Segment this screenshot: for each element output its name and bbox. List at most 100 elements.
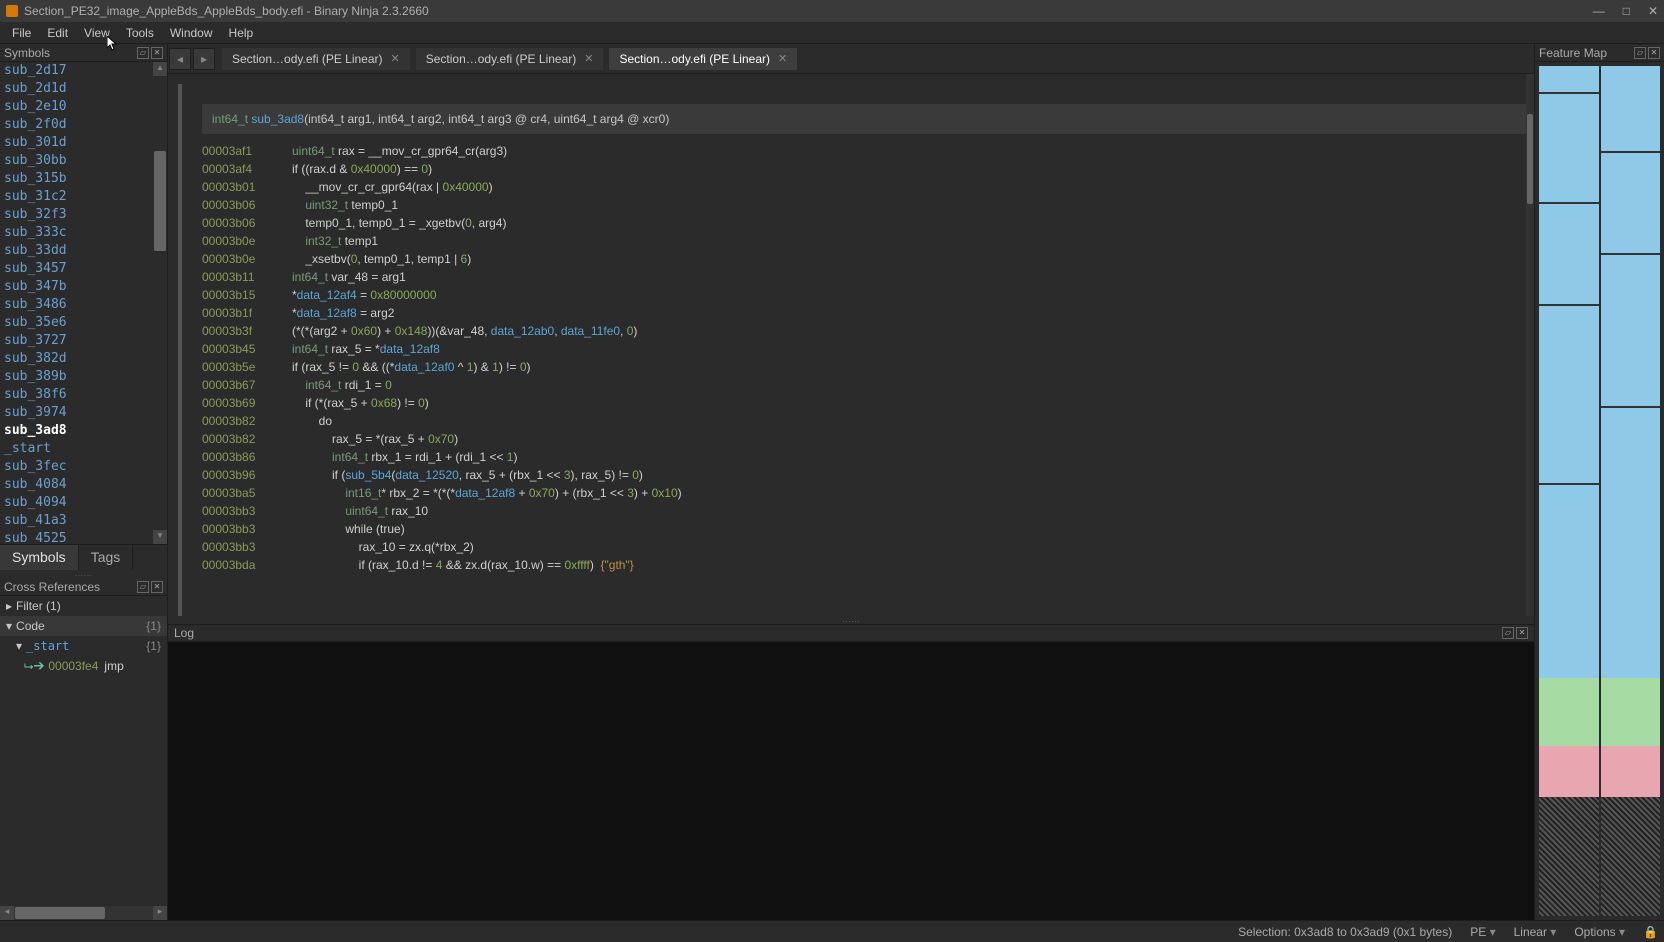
code-line[interactable]: 00003b45int64_t rax_5 = *data_12af8 [168, 340, 1534, 358]
xrefs-leaf-row[interactable]: ⮡➔ 00003fe4 jmp [0, 656, 167, 676]
menu-file[interactable]: File [4, 24, 39, 42]
symbol-item[interactable]: sub_3974 [0, 404, 153, 422]
code-view[interactable]: int64_t sub_3ad8(int64_t arg1, int64_t a… [168, 74, 1534, 616]
code-line[interactable]: 00003b69 if (*(rax_5 + 0x68) != 0) [168, 394, 1534, 412]
code-line[interactable]: 00003bb3 uint64_t rax_10 [168, 502, 1534, 520]
left-hscroll[interactable]: ◂ ▸ [0, 906, 167, 920]
code-line[interactable]: 00003bb3 while (true) [168, 520, 1534, 538]
panel-close-icon[interactable]: ✕ [151, 581, 163, 593]
symbol-item[interactable]: sub_32f3 [0, 206, 153, 224]
code-line[interactable]: 00003b06 uint32_t temp0_1 [168, 196, 1534, 214]
maximize-button[interactable]: □ [1623, 4, 1630, 18]
symbol-item[interactable]: sub_3727 [0, 332, 153, 350]
menu-view[interactable]: View [76, 24, 118, 42]
panel-close-icon[interactable]: ✕ [1516, 627, 1528, 639]
menu-edit[interactable]: Edit [39, 24, 76, 42]
status-options-dropdown[interactable]: Options [1574, 925, 1625, 939]
code-line[interactable]: 00003b15*data_12af4 = 0x80000000 [168, 286, 1534, 304]
symbol-item[interactable]: _start [0, 440, 153, 458]
symbol-item[interactable]: sub_382d [0, 350, 153, 368]
panel-split-icon[interactable]: ▱ [137, 47, 149, 59]
tab-tags[interactable]: Tags [79, 545, 134, 570]
code-line[interactable]: 00003b5eif (rax_5 != 0 && ((*data_12af0 … [168, 358, 1534, 376]
minimize-button[interactable]: — [1593, 4, 1605, 18]
code-line[interactable]: 00003b0e int32_t temp1 [168, 232, 1534, 250]
menu-window[interactable]: Window [162, 24, 221, 42]
status-linear-dropdown[interactable]: Linear [1514, 925, 1557, 939]
panel-split-icon[interactable]: ▱ [1634, 47, 1646, 59]
xrefs-code-row[interactable]: ▾Code {1} [0, 616, 167, 636]
file-tab[interactable]: Section…ody.efi (PE Linear)✕ [222, 48, 410, 70]
code-text: while (true) [292, 520, 405, 538]
symbol-item[interactable]: sub_33dd [0, 242, 153, 260]
function-signature[interactable]: int64_t sub_3ad8(int64_t arg1, int64_t a… [202, 104, 1534, 134]
symbols-list[interactable]: sub_2d17sub_2d1dsub_2e10sub_2f0dsub_301d… [0, 62, 167, 544]
file-tab[interactable]: Section…ody.efi (PE Linear)✕ [609, 48, 797, 70]
symbol-item[interactable]: sub_31c2 [0, 188, 153, 206]
nav-back-button[interactable]: ◂ [169, 48, 191, 70]
symbol-item[interactable]: sub_3486 [0, 296, 153, 314]
code-line[interactable]: 00003b82 do [168, 412, 1534, 430]
symbol-item[interactable]: sub_4525 [0, 530, 153, 544]
code-addr: 00003bb3 [202, 502, 292, 520]
symbol-item[interactable]: sub_41a3 [0, 512, 153, 530]
symbol-item[interactable]: sub_2e10 [0, 98, 153, 116]
splitter-grip[interactable]: ⋯⋯ [168, 616, 1534, 624]
feature-map[interactable] [1535, 62, 1664, 920]
code-line[interactable]: 00003b82 rax_5 = *(rax_5 + 0x70) [168, 430, 1534, 448]
status-pe-dropdown[interactable]: PE [1470, 925, 1495, 939]
symbol-item[interactable]: sub_301d [0, 134, 153, 152]
close-tab-icon[interactable]: ✕ [778, 52, 787, 65]
code-line[interactable]: 00003b01 __mov_cr_cr_gpr64(rax | 0x40000… [168, 178, 1534, 196]
code-addr: 00003b11 [202, 268, 292, 286]
code-line[interactable]: 00003b86 int64_t rbx_1 = rdi_1 + (rdi_1 … [168, 448, 1534, 466]
code-line[interactable]: 00003ba5 int16_t* rbx_2 = *(*(*data_12af… [168, 484, 1534, 502]
menu-help[interactable]: Help [221, 24, 262, 42]
symbol-item[interactable]: sub_315b [0, 170, 153, 188]
symbol-item[interactable]: sub_2d17 [0, 62, 153, 80]
code-line[interactable]: 00003b0e _xsetbv(0, temp0_1, temp1 | 6) [168, 250, 1534, 268]
symbol-item[interactable]: sub_3ad8 [0, 422, 153, 440]
close-tab-icon[interactable]: ✕ [391, 52, 400, 65]
symbol-item[interactable]: sub_3457 [0, 260, 153, 278]
symbols-scrollbar[interactable]: ▴ ▾ [153, 62, 167, 544]
lock-icon[interactable]: 🔒 [1643, 925, 1658, 939]
symbol-item[interactable]: sub_389b [0, 368, 153, 386]
code-line[interactable]: 00003af1uint64_t rax = __mov_cr_gpr64_cr… [168, 142, 1534, 160]
panel-split-icon[interactable]: ▱ [1502, 627, 1514, 639]
code-line[interactable]: 00003b1f*data_12af8 = arg2 [168, 304, 1534, 322]
symbol-item[interactable]: sub_2f0d [0, 116, 153, 134]
tab-symbols[interactable]: Symbols [0, 545, 79, 570]
code-line[interactable]: 00003b11int64_t var_48 = arg1 [168, 268, 1534, 286]
code-line[interactable]: 00003b96 if (sub_5b4(data_12520, rax_5 +… [168, 466, 1534, 484]
code-line[interactable]: 00003bb3 rax_10 = zx.q(*rbx_2) [168, 538, 1534, 556]
symbol-item[interactable]: sub_30bb [0, 152, 153, 170]
xrefs-start-row[interactable]: ▾_start {1} [0, 636, 167, 656]
symbol-item[interactable]: sub_35e6 [0, 314, 153, 332]
code-line[interactable]: 00003bda if (rax_10.d != 4 && zx.d(rax_1… [168, 556, 1534, 574]
panel-close-icon[interactable]: ✕ [1648, 47, 1660, 59]
symbol-item[interactable]: sub_347b [0, 278, 153, 296]
panel-split-icon[interactable]: ▱ [137, 581, 149, 593]
code-line[interactable]: 00003b06 temp0_1, temp0_1 = _xgetbv(0, a… [168, 214, 1534, 232]
symbol-item[interactable]: sub_4084 [0, 476, 153, 494]
symbol-item[interactable]: sub_4094 [0, 494, 153, 512]
menu-tools[interactable]: Tools [118, 24, 162, 42]
symbol-item[interactable]: sub_2d1d [0, 80, 153, 98]
splitter-grip[interactable]: ⋯⋯ [0, 570, 167, 578]
nav-fwd-button[interactable]: ▸ [193, 48, 215, 70]
log-panel[interactable] [168, 642, 1534, 920]
file-tab[interactable]: Section…ody.efi (PE Linear)✕ [416, 48, 604, 70]
code-vscrollbar[interactable] [1526, 74, 1534, 616]
code-line[interactable]: 00003b67 int64_t rdi_1 = 0 [168, 376, 1534, 394]
code-addr: 00003b3f [202, 322, 292, 340]
panel-close-icon[interactable]: ✕ [151, 47, 163, 59]
symbol-item[interactable]: sub_333c [0, 224, 153, 242]
symbol-item[interactable]: sub_3fec [0, 458, 153, 476]
code-line[interactable]: 00003b3f(*(*(arg2 + 0x60) + 0x148))(&var… [168, 322, 1534, 340]
close-button[interactable]: ✕ [1648, 4, 1658, 18]
symbol-item[interactable]: sub_38f6 [0, 386, 153, 404]
code-line[interactable]: 00003af4if ((rax.d & 0x40000) == 0) [168, 160, 1534, 178]
close-tab-icon[interactable]: ✕ [584, 52, 593, 65]
xrefs-filter[interactable]: ▸Filter (1) [0, 596, 167, 616]
